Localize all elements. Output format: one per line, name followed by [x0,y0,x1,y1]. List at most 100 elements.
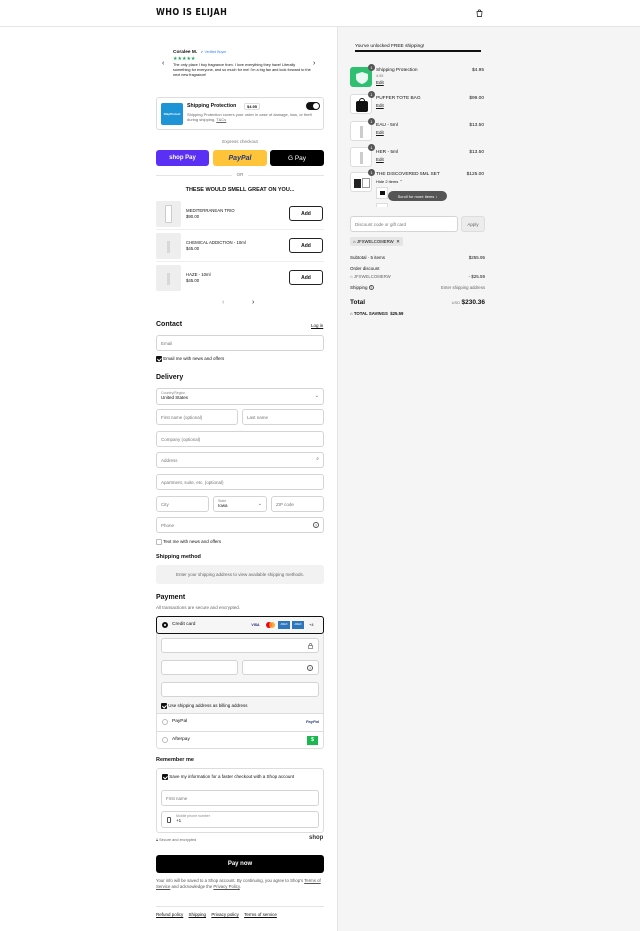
last-name-field[interactable]: Last name [242,409,324,425]
order-summary: You've unlocked FREE shipping! 1 Shippin… [337,27,640,931]
city-field[interactable]: City [156,496,209,512]
edit-link[interactable]: Edit [376,103,384,108]
legal-text: Your info will be saved to a Shop accoun… [156,878,321,890]
tcs-link[interactable]: T&Cs [216,117,226,122]
quantity-badge: 1 [368,118,375,125]
phone-field[interactable]: Phone? [156,517,324,533]
phone-icon [167,817,171,823]
scroll-more-pill[interactable]: Scroll for more items ↓ [388,191,447,201]
login-link[interactable]: Log in [311,323,323,328]
product-image [156,233,181,259]
card-number-field[interactable] [161,638,319,653]
amex-icon: AMEX [292,621,304,629]
afterpay-radio[interactable] [162,737,168,743]
paypal-radio[interactable] [162,719,168,725]
secure-note: 🔒︎ Secure and encrypted [156,838,197,842]
mobile-phone-field[interactable]: Mobile phone number +1 [161,811,319,828]
summary-item-price: $4.95 [471,68,484,73]
shopping-bag-icon[interactable] [476,9,483,17]
address-field[interactable]: Address ⌕ [156,452,324,468]
save-info-checkbox[interactable] [162,774,168,780]
state-select[interactable]: State Iowa ⌄ [213,496,267,512]
free-shipping-message: You've unlocked FREE shipping! [355,44,425,49]
review-carousel: ‹ › Coralee M. ✔ Verified Buyer ★★★★★ Th… [156,44,324,84]
edit-link[interactable]: Edit [376,80,384,85]
summary-item-price: $99.00 [469,96,484,101]
or-divider: OR [156,172,324,178]
upsell-prev-icon[interactable]: ‹ [222,299,224,306]
terms-of-service-link[interactable]: Terms of service [244,912,277,917]
chevron-left-icon[interactable]: ‹ [162,60,164,67]
refund-policy-link[interactable]: Refund policy [156,912,183,917]
save-info-row[interactable]: Save my information for a faster checkou… [162,774,294,780]
upsell-price: $90.00 [186,214,200,219]
zip-field[interactable]: ZIP code [271,496,324,512]
privacy-policy-link[interactable]: Privacy policy [211,912,239,917]
pay-now-button[interactable]: Pay now [156,855,324,873]
name-on-card-field[interactable] [161,682,319,697]
payment-subtitle: All transactions are secure and encrypte… [156,605,241,610]
email-field[interactable]: Email [156,335,324,351]
discount-code-field[interactable]: Discount code or gift card [350,216,458,232]
afterpay-logo: $ [307,736,318,745]
express-checkout-label: Express checkout [222,139,258,144]
footer-links: Refund policy Shipping Privacy policy Te… [156,912,277,917]
apply-button[interactable]: Apply [461,216,485,232]
close-icon[interactable]: ✕ [396,239,400,245]
help-icon[interactable]: ? [307,665,313,671]
billing-checkbox[interactable] [161,703,167,709]
shop-pay-button[interactable]: shop Pay [156,150,209,166]
payment-title: Payment [156,594,186,601]
edit-link[interactable]: Edit [376,130,384,135]
total-label: Total [350,299,366,306]
expiry-field[interactable] [161,660,238,675]
country-select[interactable]: Country/Region United States ⌄ [156,388,324,405]
lock-icon [308,643,313,649]
review-stars: ★★★★★ [173,56,196,62]
chevron-down-icon: ⌄ [314,393,319,399]
credit-card-option[interactable]: Credit card VISA AMEX AMEX +4 [156,616,324,634]
text-checkbox[interactable] [156,539,162,545]
credit-card-radio[interactable] [162,622,168,628]
shipping-link[interactable]: Shipping [189,912,207,917]
mastercard-icon [264,621,276,629]
shipping-protection-toggle[interactable] [306,102,320,110]
google-pay-button[interactable]: G Pay [270,150,324,166]
store-logo[interactable]: WHO IS ELIJAH [156,7,227,18]
upsell-next-icon[interactable]: › [252,299,254,306]
text-checkbox-row[interactable]: Text me with news and offers [156,539,221,545]
add-button[interactable]: Add [289,270,323,285]
afterpay-option[interactable]: Afterpay $ [157,732,323,749]
shipping-method-title: Shipping method [156,554,201,560]
shop-first-name-field[interactable]: First name [161,790,319,806]
quantity-badge: 1 [368,91,375,98]
paypal-option[interactable]: PayPal PayPal [157,714,323,732]
news-checkbox-row[interactable]: Email me with news and offers [156,356,224,362]
news-checkbox[interactable] [156,356,162,362]
chevron-right-icon[interactable]: › [313,60,315,67]
security-code-field[interactable]: ? [242,660,319,675]
visa-icon: VISA [251,623,260,627]
summary-item-name: HER - 5ml [376,150,399,155]
reviewer-name: Coralee M. [173,50,198,55]
privacy-link[interactable]: Privacy Policy [213,884,239,889]
apartment-field[interactable]: Apartment, suite, etc. (optional) [156,474,324,490]
shipping-method-note: Enter your shipping address to view avai… [156,565,324,584]
help-icon[interactable]: ? [368,285,374,290]
add-button[interactable]: Add [289,206,323,221]
first-name-field[interactable]: First name (optional) [156,409,238,425]
shipping-label: Shipping ? [350,285,374,290]
shipping-protection-price: $4.95 [244,103,261,110]
company-field[interactable]: Company (optional) [156,431,324,447]
footer-divider [156,906,324,907]
billing-checkbox-row[interactable]: Use shipping address as billing address [161,703,248,709]
discount-value: - $25.59 [468,274,485,279]
upsell-title: THESE WOULD SMELL GREAT ON YOU... [185,187,295,193]
edit-link[interactable]: Edit [376,157,384,162]
help-icon[interactable]: ? [313,522,319,528]
product-image [156,201,181,227]
summary-item-name: EAU - 5ml [376,123,398,128]
add-button[interactable]: Add [289,238,323,253]
hide-items-toggle[interactable]: Hide 2 items ⌃ [376,179,403,184]
paypal-button[interactable]: PayPal [213,150,267,166]
